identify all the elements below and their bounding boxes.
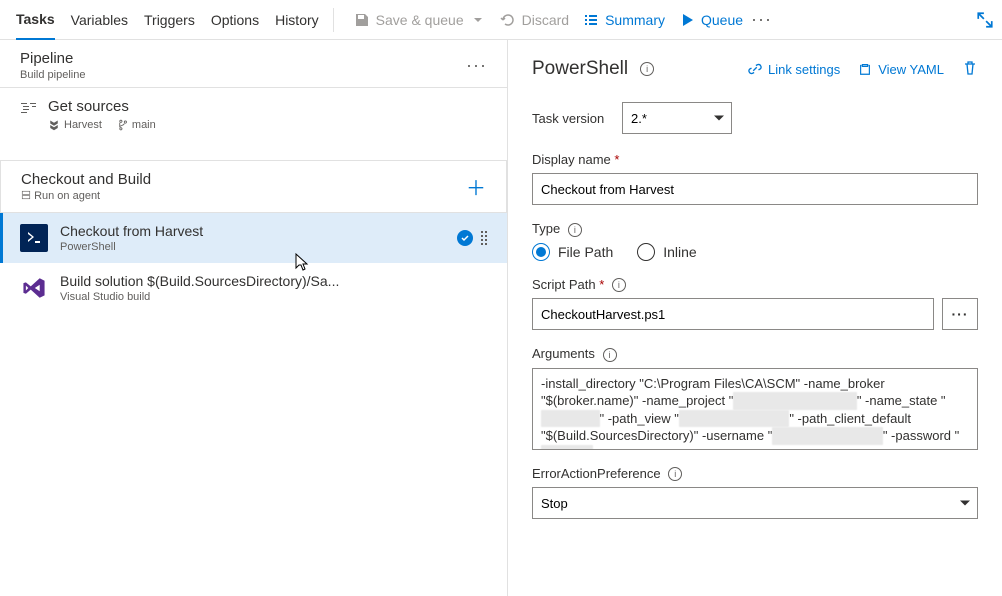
tab-nav: Tasks Variables Triggers Options History: [8, 0, 319, 39]
task-subtitle: PowerShell: [60, 241, 203, 253]
pipeline-header[interactable]: Pipeline Build pipeline ···: [0, 40, 507, 88]
task-version-label: Task version: [532, 111, 612, 126]
task-subtitle: Visual Studio build: [60, 291, 339, 303]
info-icon[interactable]: i: [640, 62, 654, 76]
view-yaml-button[interactable]: View YAML: [858, 62, 944, 77]
powershell-icon: [20, 224, 48, 252]
info-icon[interactable]: i: [603, 348, 617, 362]
get-sources-title: Get sources: [48, 98, 156, 115]
browse-path-button[interactable]: ···: [942, 298, 978, 330]
job-subtitle: Run on agent: [21, 190, 151, 202]
script-path-input[interactable]: [532, 298, 934, 330]
add-task-button[interactable]: ＋: [466, 172, 486, 201]
queue-button[interactable]: Queue: [673, 8, 749, 32]
chevron-down-icon: [470, 12, 486, 28]
tab-tasks[interactable]: Tasks: [16, 1, 55, 40]
info-icon[interactable]: i: [612, 278, 626, 292]
summary-label: Summary: [605, 12, 665, 28]
info-icon[interactable]: i: [668, 467, 682, 481]
arguments-label: Arguments i: [532, 346, 978, 362]
task-item-checkout-harvest[interactable]: Checkout from Harvest PowerShell: [0, 213, 507, 263]
fullscreen-icon[interactable]: [976, 11, 994, 29]
summary-button[interactable]: Summary: [577, 8, 671, 32]
job-title: Checkout and Build: [21, 171, 151, 188]
error-action-label: ErrorActionPreference i: [532, 466, 978, 482]
display-name-label: Display name *: [532, 152, 978, 167]
pipeline-title: Pipeline: [20, 50, 85, 67]
sources-tree-icon: [20, 100, 36, 116]
discard-button[interactable]: Discard: [494, 8, 575, 32]
branch-icon: [116, 119, 128, 131]
agent-job-block[interactable]: Checkout and Build Run on agent ＋: [0, 160, 507, 213]
detail-title: PowerShell i: [532, 58, 654, 80]
task-valid-check-icon: [457, 230, 473, 246]
discard-label: Discard: [522, 12, 569, 28]
drag-handle-icon[interactable]: [481, 231, 487, 245]
left-pane: Pipeline Build pipeline ··· Get sources …: [0, 40, 508, 596]
tab-triggers[interactable]: Triggers: [144, 0, 195, 39]
pipeline-more-button[interactable]: ···: [466, 55, 487, 76]
tab-history[interactable]: History: [275, 0, 319, 39]
task-version-select[interactable]: 2.*: [622, 102, 732, 134]
list-icon: [583, 12, 599, 28]
play-icon: [679, 12, 695, 28]
harvest-icon: [48, 119, 60, 131]
trash-icon: [962, 60, 978, 76]
branch-meta: main: [116, 119, 156, 131]
link-settings-button[interactable]: Link settings: [748, 62, 840, 77]
task-detail-pane: PowerShell i Link settings View YAML Tas…: [508, 40, 1002, 596]
task-title: Checkout from Harvest: [60, 223, 203, 239]
top-toolbar: Tasks Variables Triggers Options History…: [0, 0, 1002, 40]
pipeline-subtitle: Build pipeline: [20, 69, 85, 81]
visual-studio-icon: [20, 274, 48, 302]
display-name-input[interactable]: [532, 173, 978, 205]
repo-meta: Harvest: [48, 119, 102, 131]
delete-task-button[interactable]: [962, 60, 978, 79]
error-action-select[interactable]: Stop: [532, 487, 978, 519]
type-label: Type i: [532, 221, 978, 237]
script-path-label: Script Path * i: [532, 277, 978, 293]
info-icon[interactable]: i: [568, 223, 582, 237]
task-item-build-solution[interactable]: Build solution $(Build.SourcesDirectory)…: [0, 263, 507, 313]
link-icon: [748, 62, 762, 76]
save-queue-label: Save & queue: [376, 12, 464, 28]
type-inline-radio[interactable]: Inline: [637, 243, 696, 261]
type-filepath-radio[interactable]: File Path: [532, 243, 613, 261]
undo-icon: [500, 12, 516, 28]
get-sources-row[interactable]: Get sources Harvest main: [0, 88, 507, 140]
tab-variables[interactable]: Variables: [71, 0, 128, 39]
server-icon: [21, 190, 31, 200]
save-and-queue-button[interactable]: Save & queue: [348, 8, 492, 32]
clipboard-icon: [858, 62, 872, 76]
tab-options[interactable]: Options: [211, 0, 259, 39]
save-icon: [354, 12, 370, 28]
task-title: Build solution $(Build.SourcesDirectory)…: [60, 273, 339, 289]
arguments-input[interactable]: -install_directory "C:\Program Files\CA\…: [532, 368, 978, 450]
more-actions-button[interactable]: ···: [751, 9, 772, 30]
queue-label: Queue: [701, 12, 743, 28]
